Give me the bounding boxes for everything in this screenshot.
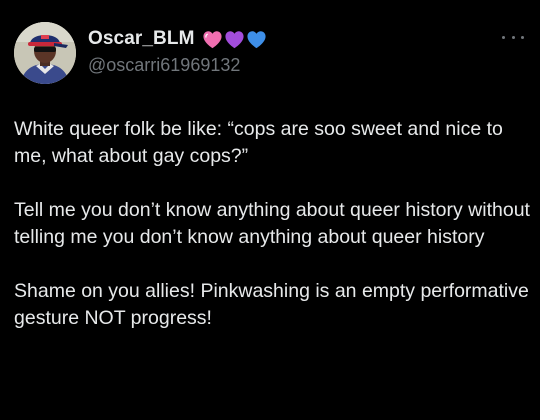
dot [521,35,524,39]
name-row: Oscar_BLM [88,26,268,52]
tweet-paragraph: Shame on you allies! Pinkwashing is an e… [14,280,529,329]
tweet-card[interactable]: Oscar_BLM @oscarri61969132 White queer f… [0,0,540,420]
author-info: Oscar_BLM @oscarri61969132 [88,26,448,82]
user-handle[interactable]: @oscarri61969132 [88,55,240,76]
name-emoji [202,30,268,49]
dot [502,35,505,39]
purple-heart-icon [224,30,245,49]
person-avatar-icon [14,22,76,84]
tweet-text: White queer folk be like: “cops are soo … [14,116,532,332]
pink-heart-icon [202,30,223,49]
dot [511,35,515,39]
tweet-paragraph: Tell me you don’t know anything about qu… [14,199,530,248]
avatar[interactable] [14,22,76,84]
blue-heart-icon [246,30,267,49]
tweet-header: Oscar_BLM @oscarri61969132 [14,22,526,86]
display-name[interactable]: Oscar_BLM [88,28,195,50]
more-dots-icon[interactable] [502,30,524,44]
tweet-paragraph: White queer folk be like: “cops are soo … [14,118,503,167]
